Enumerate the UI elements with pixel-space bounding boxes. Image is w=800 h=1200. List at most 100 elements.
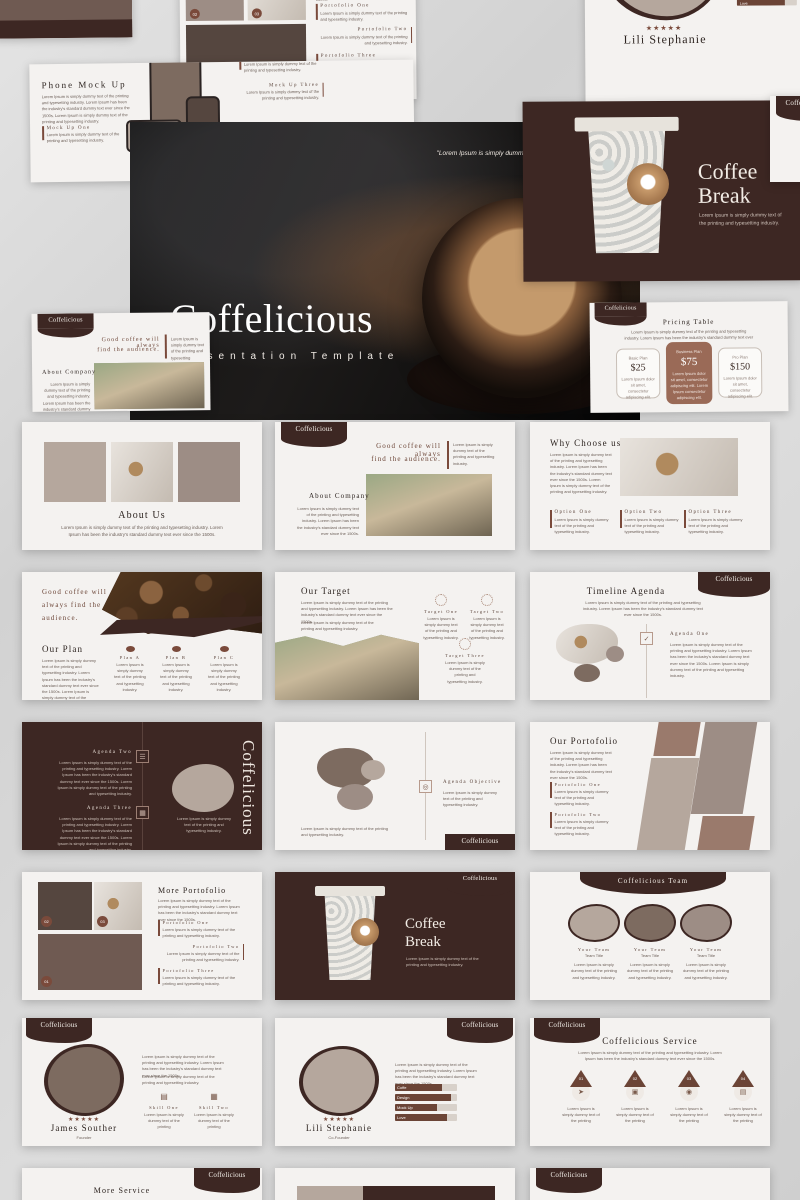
brand-ribbon: Coffelicious: [776, 96, 800, 121]
slide-team[interactable]: Coffelicious Team Your Team Team Title L…: [530, 872, 770, 1000]
cup-lid: [315, 886, 385, 896]
avatar-frame: [624, 904, 676, 942]
slide-coffee-break-large[interactable]: Coffee Break Lorem Ipsum is simply dummy…: [522, 100, 800, 282]
brand-name: Coffelicious: [548, 1021, 586, 1029]
slide-about-us[interactable]: About Us Lorem Ipsum is simply dummy tex…: [22, 422, 262, 550]
plan-label: Plan C: [213, 655, 235, 660]
slide-more-service[interactable]: Coffelicious More Service Lorem Ipsum is…: [22, 1168, 262, 1200]
slide-right-partial[interactable]: Coffelicious: [770, 96, 800, 182]
slide-pricing-table[interactable]: Coffelicious Pricing Table Lorem Ipsum i…: [589, 301, 789, 413]
skill-body: Lorem Ipsum is simply dummy text of the …: [144, 1112, 184, 1130]
slide-more-portofolio[interactable]: 02 03 01 More Portofolio Lorem Ipsum is …: [22, 872, 262, 1000]
color-block: [653, 722, 701, 756]
beans-illustration: [337, 784, 373, 810]
option-body: Lorem Ipsum is simply dummy text of the …: [554, 517, 609, 535]
slide-about-company[interactable]: Coffelicious Good coffee will always fin…: [275, 422, 515, 550]
plan-desc: Lorem Ipsum dolor sit amet, consectetur …: [723, 375, 757, 399]
slide-title: Phone Mock Up: [41, 79, 127, 91]
plan-price: $75: [680, 355, 698, 369]
person-role: Co-Founder: [328, 1135, 350, 1140]
portofolio-label: Portofolio One: [554, 782, 601, 787]
slide-our-portofolio[interactable]: Our Portofolio Lorem Ipsum is simply dum…: [530, 722, 770, 850]
latte-art: [351, 918, 379, 946]
skill-label: Coffe: [397, 1085, 407, 1090]
brand-name: Coffelicious: [462, 875, 498, 882]
footer-text: Lorem Ipsum is simply dummy text of the …: [301, 826, 388, 838]
skill-label: Skill One: [149, 1105, 179, 1110]
target-label: Target Two: [469, 609, 505, 614]
service-number: 04: [740, 1076, 746, 1081]
pricing-card-featured[interactable]: Business Plan $75 Lorem Ipsum dolor sit …: [665, 341, 713, 406]
slide-about-company-small[interactable]: Coffelicious Good coffee will always fin…: [31, 312, 211, 412]
color-block: [697, 816, 755, 850]
person-name: Lili Stephanie: [623, 31, 707, 47]
member-body: Lorem Ipsum is simply dummy text of the …: [626, 962, 674, 980]
body-text: Lorem Ipsum is simply dummy text of the …: [699, 212, 782, 227]
slide-testimonial-lili[interactable]: Coffelicious ★★★★★ Lili Stephanie Co-Fou…: [275, 1018, 515, 1146]
aside-text: Lorem Ipsum is simply dummy text of the …: [453, 442, 495, 466]
service-number: 02: [632, 1076, 638, 1081]
member-role: Team Title: [696, 953, 716, 958]
pricing-card[interactable]: Basic Plan $25 Lorem Ipsum dolor sit ame…: [615, 348, 661, 404]
slide-coffee-break[interactable]: Coffelicious Coffee Break Lorem Ipsum is…: [275, 872, 515, 1000]
pricing-card[interactable]: Pro Plan $150 Lorem Ipsum dolor sit amet…: [717, 347, 763, 403]
brand-name: Coffelicious: [604, 305, 637, 312]
portofolio-label: Portofolio Two: [554, 812, 602, 817]
slide-testimonial-lili-top[interactable]: ★★★★★ Lili Stephanie Lorem Ipsum is simp…: [584, 0, 800, 109]
cup-lid: [574, 116, 679, 132]
slide-why-choose-us[interactable]: Why Choose us? Lorem Ipsum is simply dum…: [530, 422, 770, 550]
slide-agenda-objective[interactable]: ◎ Agenda Objective Lorem Ipsum is simply…: [275, 722, 515, 850]
photo-number-badge: 01: [41, 976, 52, 987]
body-text-2: Lorem Ipsum is simply dummy text of the …: [142, 1074, 215, 1086]
slide-top-left-partial[interactable]: [0, 0, 133, 39]
slide-title-line1: Coffee: [697, 158, 758, 184]
plan-desc: Lorem Ipsum dolor sit amet, consectetur …: [621, 376, 655, 400]
headline-line2: find the audience.: [97, 346, 160, 354]
brand-ribbon: Coffelicious: [447, 1018, 513, 1043]
list-item-body: Lorem Ipsum is simply dummy text of the …: [46, 131, 120, 144]
plan-name: Basic Plan: [628, 355, 648, 361]
slide-our-plan[interactable]: Good coffee will always find the audienc…: [22, 572, 262, 700]
portofolio-label: Portofolio Three: [162, 968, 215, 973]
person-name: James Souther: [50, 1123, 118, 1133]
target-body: Lorem Ipsum is simply dummy text of the …: [445, 660, 485, 684]
target-label: Target Three: [445, 653, 485, 658]
slide-testimonial-james[interactable]: Coffelicious ★★★★★ James Souther Founder…: [22, 1018, 262, 1146]
agenda-three-body: Lorem Ipsum is simply dummy text of the …: [57, 816, 132, 850]
grid-icon: ▦: [136, 806, 149, 819]
slide-bottom-middle-partial[interactable]: [275, 1168, 515, 1200]
photo: [178, 442, 240, 502]
slide-agenda-dark[interactable]: Agenda Two Lorem Ipsum is simply dummy t…: [22, 722, 262, 850]
list-item-label: Portofolio Three: [320, 53, 377, 59]
slide-title-line2: Break: [697, 182, 751, 208]
slide-title: More Service: [93, 1186, 151, 1195]
slide-timeline-agenda[interactable]: Coffelicious Timeline Agenda Lorem Ipsum…: [530, 572, 770, 700]
headline-line2: always find the: [42, 601, 102, 609]
slide-title: Why Choose us?: [550, 438, 627, 448]
rating-stars: ★★★★★: [323, 1117, 355, 1123]
plan-price: $25: [630, 362, 646, 374]
list-item-label: Portofolio Two: [357, 27, 408, 33]
check-icon: ✓: [640, 632, 653, 645]
slide-bottom-right-partial[interactable]: Coffelicious: [530, 1168, 770, 1200]
coffee-bean-icon: [219, 646, 229, 652]
body-text-2: Lorem Ipsum is simply dummy text of the …: [301, 620, 374, 632]
option-label: Option Three: [688, 510, 733, 515]
avatar-frame: [568, 904, 620, 942]
skill-bar: Design: [395, 1094, 457, 1101]
list-item-body: Lorem Ipsum is simply dummy text of the …: [246, 88, 320, 101]
slide-our-target[interactable]: Our Target Lorem Ipsum is simply dummy t…: [275, 572, 515, 700]
skill-bar: Love: [395, 1114, 457, 1121]
photo: [297, 1186, 363, 1200]
member-role: Team Title: [640, 953, 660, 958]
avatar-frame: [680, 904, 732, 942]
target-icon: [459, 638, 471, 650]
brand-ribbon: Coffelicious: [445, 834, 515, 850]
triangle-shape: 01: [570, 1070, 592, 1087]
list-item-body: Lorem Ipsum is simply dummy text of the …: [320, 34, 408, 46]
body-text: Lorem Ipsum is simply dummy text of the …: [578, 1050, 722, 1062]
portofolio-label: Portofolio Two: [192, 944, 240, 949]
member-body: Lorem Ipsum is simply dummy text of the …: [570, 962, 618, 980]
slide-service[interactable]: Coffelicious Coffelicious Service Lorem …: [530, 1018, 770, 1146]
plan-price: $150: [730, 361, 751, 373]
